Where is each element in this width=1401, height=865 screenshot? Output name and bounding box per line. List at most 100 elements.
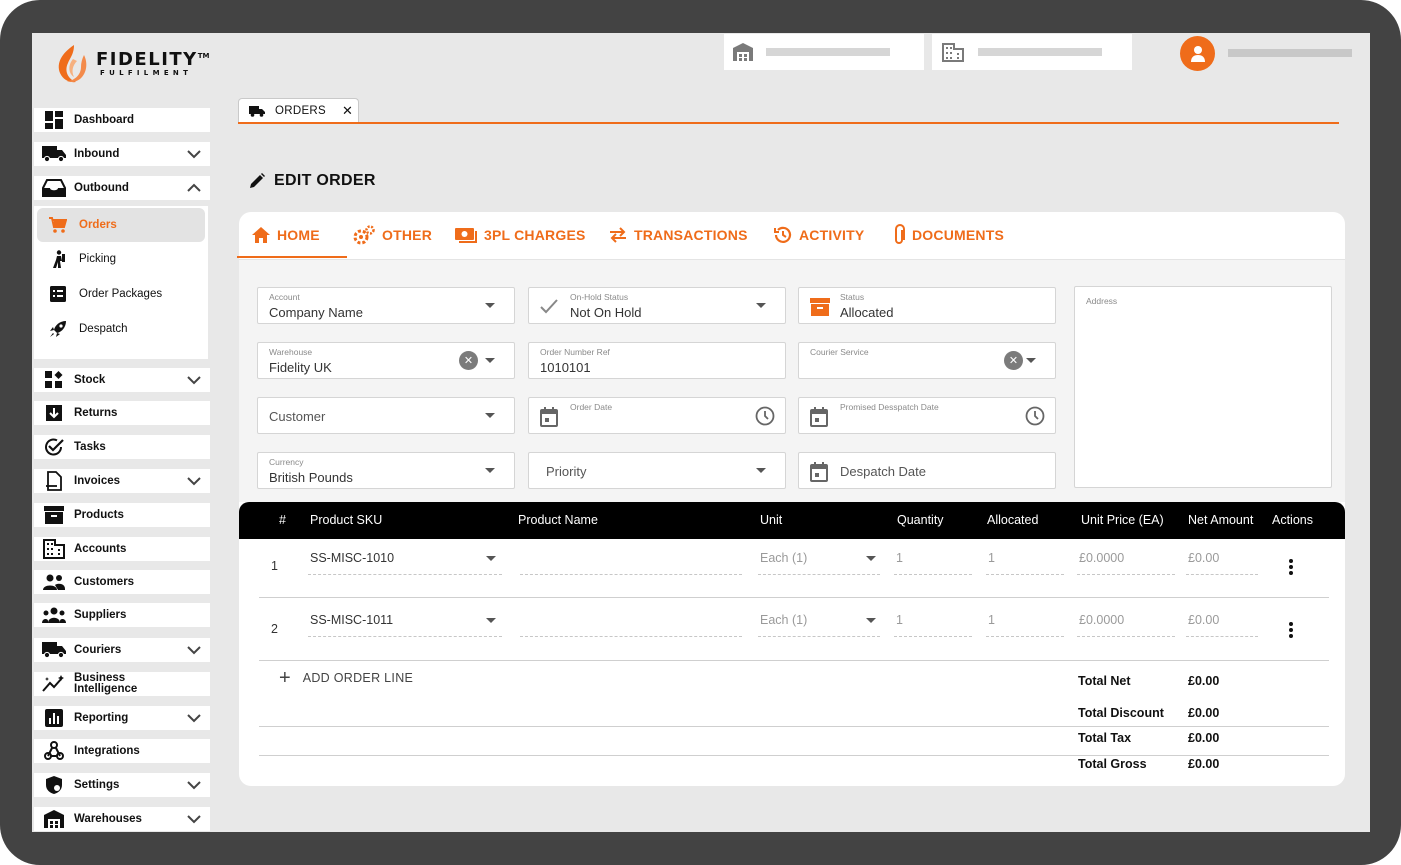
product-name-input[interactable] — [520, 636, 742, 637]
customer-select[interactable]: Customer — [257, 397, 515, 434]
sidebar-item-business-intelligence[interactable]: Business Intelligence — [34, 672, 210, 696]
total-net-label: Total Net — [1078, 674, 1131, 688]
sidebar-item-inbound[interactable]: Inbound — [34, 142, 210, 166]
sidebar-item-outbound[interactable]: Outbound — [34, 176, 210, 200]
tab-home[interactable]: HOME — [251, 224, 320, 246]
return-box-icon — [34, 401, 74, 425]
submenu-item-despatch[interactable]: Despatch — [37, 312, 205, 346]
submenu-item-picking[interactable]: Picking — [37, 242, 205, 276]
add-order-line-button[interactable]: + ADD ORDER LINE — [279, 667, 413, 689]
clear-icon[interactable]: ✕ — [459, 351, 478, 370]
sidebar-item-label: Couriers — [74, 643, 122, 656]
tab-other[interactable]: OTHER — [352, 224, 432, 246]
allocated-input[interactable]: 1 — [988, 551, 995, 565]
warehouse-selector[interactable] — [724, 34, 924, 70]
section-tabs: HOME OTHER 3PL CHARGES TRANSACTIONS ACTI… — [237, 212, 1345, 260]
unit-select[interactable]: Each (1) — [760, 613, 807, 627]
unit-price-input[interactable]: £0.0000 — [1079, 613, 1124, 627]
sidebar-item-dashboard[interactable]: Dashboard — [34, 108, 210, 132]
clock-icon[interactable] — [1025, 406, 1045, 426]
warehouse-icon — [733, 43, 753, 61]
sidebar-item-label: Returns — [74, 406, 118, 419]
cart-icon — [37, 217, 79, 233]
currency-select[interactable]: Currency British Pounds — [257, 452, 515, 489]
sidebar-item-label: Warehouses — [74, 812, 142, 825]
sku-select[interactable]: SS-MISC-1011 — [310, 613, 393, 627]
quantity-input[interactable]: 1 — [896, 551, 903, 565]
chevron-up-icon[interactable] — [186, 182, 202, 194]
account-selector[interactable] — [932, 34, 1132, 70]
order-number-ref-input[interactable]: Order Number Ref 1010101 — [528, 342, 786, 379]
product-name-input[interactable] — [520, 574, 742, 575]
more-actions-icon[interactable] — [1289, 622, 1293, 640]
device-frame: FIDELITYTM FULFILMENT Dashboard Inbound Ou… — [0, 0, 1401, 865]
sidebar-item-label: Outbound — [74, 181, 129, 194]
chevron-down-icon[interactable] — [186, 475, 202, 487]
tab-3pl-charges[interactable]: 3PL CHARGES — [454, 224, 586, 246]
gears-icon — [353, 225, 375, 245]
despatch-date-input[interactable]: Despatch Date — [798, 452, 1056, 489]
sidebar-item-reporting[interactable]: Reporting — [34, 706, 210, 730]
calendar-icon — [540, 407, 558, 427]
user-avatar[interactable] — [1180, 36, 1215, 71]
allocated-input[interactable]: 1 — [988, 613, 995, 627]
sku-select[interactable]: SS-MISC-1010 — [310, 551, 394, 565]
priority-select[interactable]: Priority — [528, 452, 786, 489]
tab-transactions[interactable]: TRANSACTIONS — [608, 224, 748, 246]
total-discount-value: £0.00 — [1188, 706, 1220, 720]
chevron-down-icon[interactable] — [186, 779, 202, 791]
unit-select[interactable]: Each (1) — [760, 551, 807, 565]
chevron-down-icon[interactable] — [186, 712, 202, 724]
tab-documents[interactable]: DOCUMENTS — [892, 224, 1004, 246]
courier-service-select[interactable]: Courier Service ✕ — [798, 342, 1056, 379]
sidebar-item-tasks[interactable]: Tasks — [34, 435, 210, 459]
tab-orders[interactable]: ORDERS ✕ — [238, 98, 359, 123]
sidebar-item-label: Tasks — [74, 440, 106, 453]
quantity-input[interactable]: 1 — [896, 613, 903, 627]
dropdown-caret-icon — [486, 556, 496, 561]
promised-despatch-date-input[interactable]: Promised Desspatch Date — [798, 397, 1056, 434]
paperclip-icon — [895, 224, 905, 244]
bar-chart-icon — [34, 706, 74, 730]
close-tab-icon[interactable]: ✕ — [342, 103, 353, 119]
sidebar-item-integrations[interactable]: Integrations — [34, 739, 210, 763]
address-textarea[interactable]: Address — [1074, 286, 1332, 488]
order-date-input[interactable]: Order Date — [528, 397, 786, 434]
sidebar-item-settings[interactable]: Settings — [34, 773, 210, 797]
sidebar-item-stock[interactable]: Stock — [34, 368, 210, 392]
chevron-down-icon[interactable] — [186, 374, 202, 386]
on-hold-status-select[interactable]: On-Hold Status Not On Hold — [528, 287, 786, 324]
sidebar-item-couriers[interactable]: Couriers — [34, 638, 210, 662]
warehouse-select[interactable]: Warehouse Fidelity UK ✕ — [257, 342, 515, 379]
chevron-down-icon[interactable] — [186, 148, 202, 160]
unit-price-input[interactable]: £0.0000 — [1079, 551, 1124, 565]
chevron-down-icon[interactable] — [186, 813, 202, 825]
chevron-down-icon[interactable] — [186, 644, 202, 656]
submenu-item-order-packages[interactable]: Order Packages — [37, 277, 205, 311]
sidebar-item-invoices[interactable]: Invoices — [34, 469, 210, 493]
outbound-submenu: Orders Picking Order Packages Despatch — [34, 206, 208, 359]
clock-icon[interactable] — [755, 406, 775, 426]
table-row: 2 SS-MISC-1011 Each (1) 1 1 £0.0000 £0.0… — [259, 599, 1329, 661]
sidebar-item-products[interactable]: Products — [34, 503, 210, 527]
person-picking-icon — [37, 250, 79, 268]
list-box-icon — [37, 286, 79, 302]
sidebar-item-warehouses[interactable]: Warehouses — [34, 807, 210, 831]
divider — [259, 755, 1329, 756]
account-select[interactable]: Account Company Name — [257, 287, 515, 324]
more-actions-icon[interactable] — [1289, 559, 1293, 577]
sidebar-item-customers[interactable]: Customers — [34, 570, 210, 594]
sidebar-item-accounts[interactable]: Accounts — [34, 537, 210, 561]
clear-icon[interactable]: ✕ — [1004, 351, 1023, 370]
divider — [259, 726, 1329, 727]
plus-icon: + — [279, 667, 291, 689]
tab-activity[interactable]: ACTIVITY — [773, 224, 864, 246]
brand-name: FIDELITYTM — [96, 49, 210, 70]
col-unit: Unit — [760, 513, 783, 527]
submenu-item-orders[interactable]: Orders — [37, 208, 205, 242]
col-quantity: Quantity — [897, 513, 944, 527]
status-field: Status Allocated — [798, 287, 1056, 324]
sidebar-item-suppliers[interactable]: Suppliers — [34, 603, 210, 627]
dropdown-caret-icon — [866, 556, 876, 561]
sidebar-item-returns[interactable]: Returns — [34, 401, 210, 425]
